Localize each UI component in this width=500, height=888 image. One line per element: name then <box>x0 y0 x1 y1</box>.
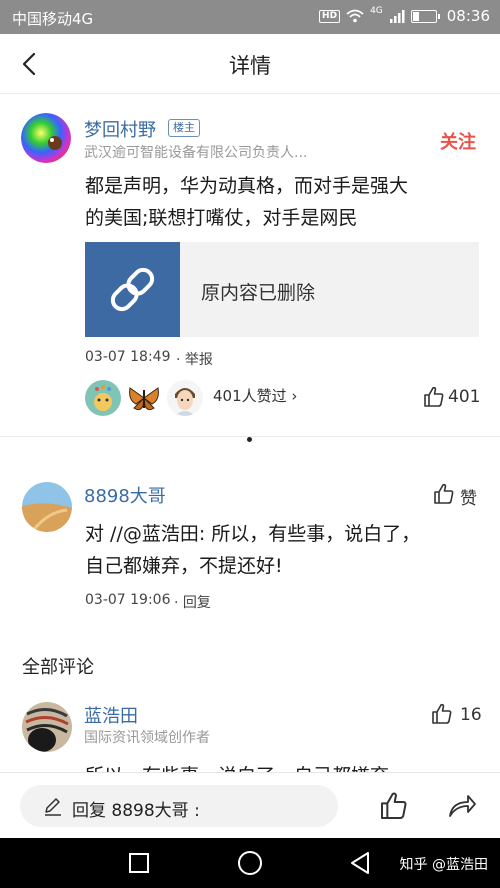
signal-icon <box>389 10 405 23</box>
battery-icon <box>410 9 440 23</box>
reply-link[interactable]: · 回复 <box>174 592 211 612</box>
reply-like-label[interactable]: 赞 <box>460 484 477 509</box>
page-dot <box>247 437 252 442</box>
post-body: 都是声明，华为动真格，而对手是强大 的美国;联想打嘴仗，对手是网民 <box>85 170 408 234</box>
link-icon <box>85 242 180 337</box>
clock: 08:36 <box>446 7 490 25</box>
bottom-bar: 回复 8898大哥 : <box>0 772 500 838</box>
post-like-count: 401 <box>448 387 481 407</box>
report-link[interactable]: · 举报 <box>176 349 213 369</box>
post-time: 03-07 18:49 <box>85 349 171 365</box>
reply-body-line: 自己都嫌弃，不提还好! <box>85 555 283 577</box>
reply-time: 03-07 19:06 <box>85 592 171 608</box>
pencil-icon <box>45 798 61 816</box>
op-badge: 楼主 <box>168 119 200 137</box>
comment-author-name[interactable]: 蓝浩田 <box>84 702 138 728</box>
liker-avatar[interactable] <box>85 380 121 416</box>
reply-input[interactable]: 回复 8898大哥 : <box>20 785 338 827</box>
thumbs-up-icon[interactable] <box>422 385 446 409</box>
reply-author-name[interactable]: 8898大哥 <box>84 482 166 508</box>
reply-body-line: 对 //@蓝浩田: 所以，有些事，说白了， <box>85 523 421 545</box>
thumbs-up-icon[interactable] <box>432 482 456 506</box>
liker-avatar[interactable] <box>167 380 203 416</box>
author-subtitle: 武汉逾可智能设备有限公司负责人... <box>84 145 308 161</box>
post-body-line: 都是声明，华为动真格，而对手是强大 <box>85 175 409 197</box>
post-body-line: 的美国;联想打嘴仗，对手是网民 <box>85 207 358 229</box>
section-title: 全部评论 <box>22 657 94 678</box>
link-card-text: 原内容已删除 <box>201 282 316 304</box>
status-bar: 中国移动4G HD 4G 08:36 <box>0 0 500 34</box>
reply-author-avatar[interactable] <box>22 482 72 532</box>
author-name[interactable]: 梦回村野 <box>84 116 156 142</box>
author-avatar[interactable] <box>21 113 71 163</box>
liker-avatar[interactable] <box>126 380 162 416</box>
thumbs-up-icon[interactable] <box>430 702 454 726</box>
hd-badge: HD <box>319 9 341 23</box>
top-header: 详情 <box>0 34 500 94</box>
system-nav-bar: 知乎 @蓝浩田 <box>0 838 500 888</box>
comment-author-avatar[interactable] <box>22 702 72 752</box>
wifi-icon <box>346 9 364 23</box>
comment-like-count: 16 <box>460 705 482 725</box>
likes-summary[interactable]: 401人赞过 › <box>213 385 297 406</box>
circle-home-icon[interactable] <box>237 850 263 876</box>
follow-button[interactable]: 关注 <box>440 128 476 154</box>
triangle-back-icon[interactable] <box>348 851 372 875</box>
link-card[interactable]: 原内容已删除 <box>85 242 479 337</box>
reply-placeholder: 回复 8898大哥 : <box>72 801 200 821</box>
page-title: 详情 <box>229 54 271 78</box>
square-recents-icon[interactable] <box>128 852 150 874</box>
thumbs-up-icon[interactable] <box>378 790 410 822</box>
share-icon[interactable] <box>446 790 478 822</box>
reply-body: 对 //@蓝浩田: 所以，有些事，说白了， 自己都嫌弃，不提还好! <box>85 518 420 582</box>
status-icons: HD 4G 08:36 <box>319 6 490 25</box>
network-label: 4G <box>370 6 383 16</box>
carrier-label: 中国移动4G <box>12 10 94 28</box>
comment-author-subtitle: 国际资讯领域创作者 <box>84 730 210 746</box>
watermark: 知乎 @蓝浩田 <box>399 857 488 873</box>
